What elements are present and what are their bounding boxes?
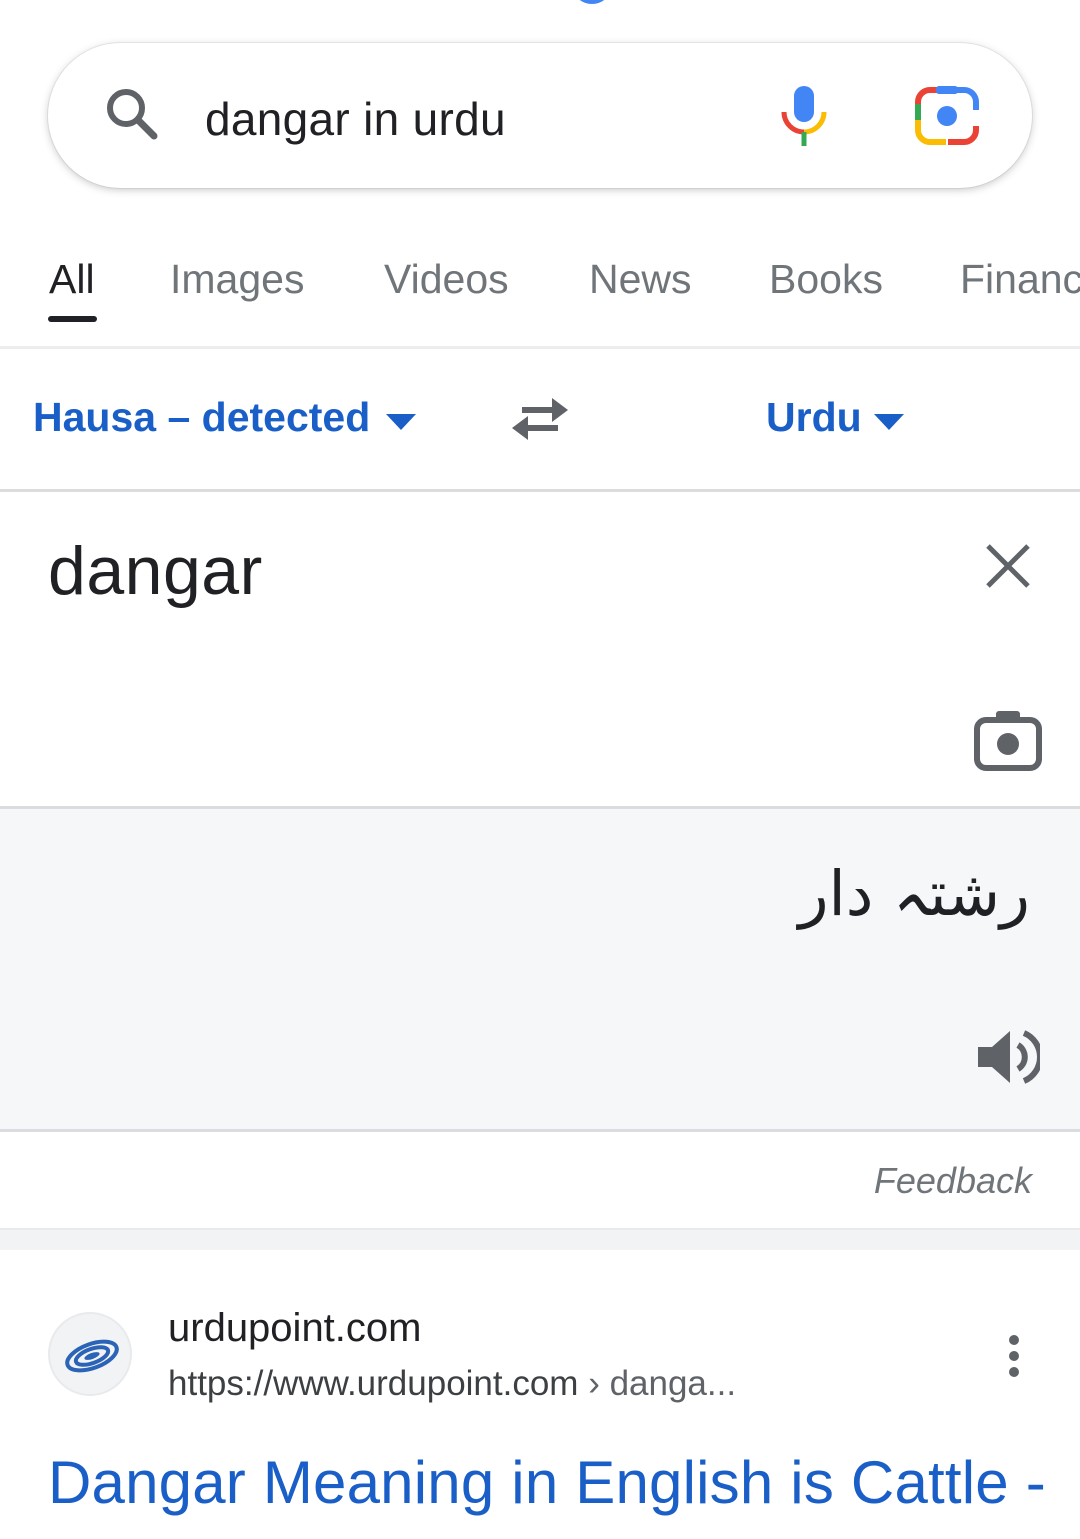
feedback-link[interactable]: Feedback xyxy=(874,1160,1032,1202)
divider xyxy=(0,489,1080,492)
section-separator xyxy=(0,1228,1080,1250)
google-lens-icon[interactable] xyxy=(914,86,980,146)
search-input[interactable]: dangar in urdu xyxy=(205,92,506,146)
divider xyxy=(0,1129,1080,1132)
search-tabs: All Images Videos News Books Finance xyxy=(0,240,1080,340)
tabs-divider xyxy=(0,346,1080,349)
site-favicon[interactable] xyxy=(48,1312,132,1396)
translated-text: رشتہ دار xyxy=(798,857,1030,930)
speaker-icon[interactable] xyxy=(976,1027,1040,1087)
tab-books[interactable]: Books xyxy=(769,256,883,303)
result-url-base: https://www.urdupoint.com xyxy=(168,1364,579,1403)
tab-news[interactable]: News xyxy=(589,256,692,303)
chevron-down-icon[interactable] xyxy=(386,414,416,430)
more-vert-icon[interactable] xyxy=(1000,1334,1028,1378)
source-text-input[interactable]: dangar xyxy=(48,532,263,610)
camera-icon[interactable] xyxy=(974,708,1042,772)
result-site-name[interactable]: urdupoint.com xyxy=(168,1306,421,1351)
tab-videos[interactable]: Videos xyxy=(384,256,509,303)
result-url-path: › danga... xyxy=(578,1364,737,1403)
search-icon[interactable] xyxy=(104,86,160,142)
swap-languages-icon[interactable] xyxy=(508,394,572,444)
search-results-page: dangar in urdu All Images Videos News Bo… xyxy=(0,0,1080,1539)
chevron-down-icon[interactable] xyxy=(874,414,904,430)
result-url[interactable]: https://www.urdupoint.com › danga... xyxy=(168,1364,736,1404)
tab-images[interactable]: Images xyxy=(170,256,304,303)
search-bar[interactable] xyxy=(48,43,1032,188)
urdupoint-logo-icon xyxy=(65,1339,119,1373)
translation-output-panel: رشتہ دار xyxy=(0,809,1080,1129)
active-tab-indicator xyxy=(48,316,97,322)
tab-all[interactable]: All xyxy=(49,256,95,303)
source-language-select[interactable]: Hausa – detected xyxy=(33,394,370,441)
tab-finance[interactable]: Finance xyxy=(960,256,1080,303)
microphone-icon[interactable] xyxy=(778,84,830,148)
top-indicator-dot xyxy=(574,0,610,4)
result-title-link[interactable]: Dangar Meaning in English is Cattle - xyxy=(48,1448,1046,1517)
target-language-select[interactable]: Urdu xyxy=(766,394,862,441)
close-icon[interactable] xyxy=(984,542,1032,590)
